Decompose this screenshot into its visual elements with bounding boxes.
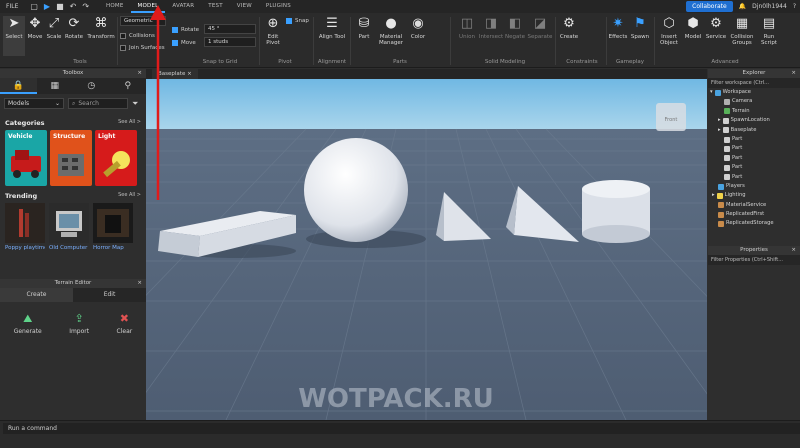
properties-panel: Properties × Filter Properties (Ctrl+Shif… bbox=[708, 246, 800, 420]
tree-item-part[interactable]: Part bbox=[708, 154, 800, 163]
tree-item-workspace[interactable]: ▾ Workspace bbox=[708, 88, 800, 97]
tree-item-terrain[interactable]: Terrain bbox=[708, 107, 800, 116]
tree-item-spawnlocation[interactable]: ▸ SpawnLocation bbox=[708, 116, 800, 125]
properties-filter-input[interactable]: Filter Properties (Ctrl+Shift... bbox=[708, 255, 800, 265]
annotation-arrow bbox=[150, 5, 166, 200]
terrain-icon bbox=[724, 108, 730, 115]
workspace-icon bbox=[714, 89, 721, 96]
folder-icon bbox=[718, 211, 724, 218]
tree-item-replicatedstorage[interactable]: ReplicatedStorage bbox=[708, 219, 800, 228]
command-bar: Run a command bbox=[0, 420, 800, 448]
camera-icon bbox=[724, 99, 730, 106]
tree-item-camera[interactable]: Camera bbox=[708, 97, 800, 106]
spawn-icon bbox=[722, 117, 729, 124]
tree-item-lighting[interactable]: ▸ Lighting bbox=[708, 191, 800, 200]
explorer-title: Explorer × bbox=[708, 69, 800, 78]
part-icon bbox=[724, 155, 730, 162]
tree-item-baseplate[interactable]: ▸ Baseplate bbox=[708, 126, 800, 135]
part-icon bbox=[722, 127, 729, 134]
properties-title: Properties × bbox=[708, 246, 800, 255]
close-icon[interactable]: × bbox=[791, 69, 796, 78]
material-icon bbox=[718, 202, 724, 209]
command-input[interactable]: Run a command bbox=[3, 423, 800, 434]
explorer-panel: Explorer × Filter workspace (Ctrl... ▾ Wor… bbox=[708, 69, 800, 243]
tree-item-part[interactable]: Part bbox=[708, 163, 800, 172]
part-icon bbox=[724, 174, 730, 181]
tree-item-part[interactable]: Part bbox=[708, 173, 800, 182]
folder-icon bbox=[718, 221, 724, 228]
part-icon bbox=[724, 146, 730, 153]
players-icon bbox=[718, 183, 724, 190]
part-icon bbox=[724, 164, 730, 171]
tree-item-part[interactable]: Part bbox=[708, 135, 800, 144]
close-icon[interactable]: × bbox=[791, 246, 796, 255]
tree-item-materialservice[interactable]: MaterialService bbox=[708, 201, 800, 210]
tree-item-part[interactable]: Part bbox=[708, 144, 800, 153]
part-icon bbox=[724, 136, 730, 143]
explorer-filter-input[interactable]: Filter workspace (Ctrl... bbox=[708, 78, 800, 88]
tree-item-players[interactable]: Players bbox=[708, 182, 800, 191]
lighting-icon bbox=[716, 192, 723, 199]
tree-item-replicatedfirst[interactable]: ReplicatedFirst bbox=[708, 210, 800, 219]
